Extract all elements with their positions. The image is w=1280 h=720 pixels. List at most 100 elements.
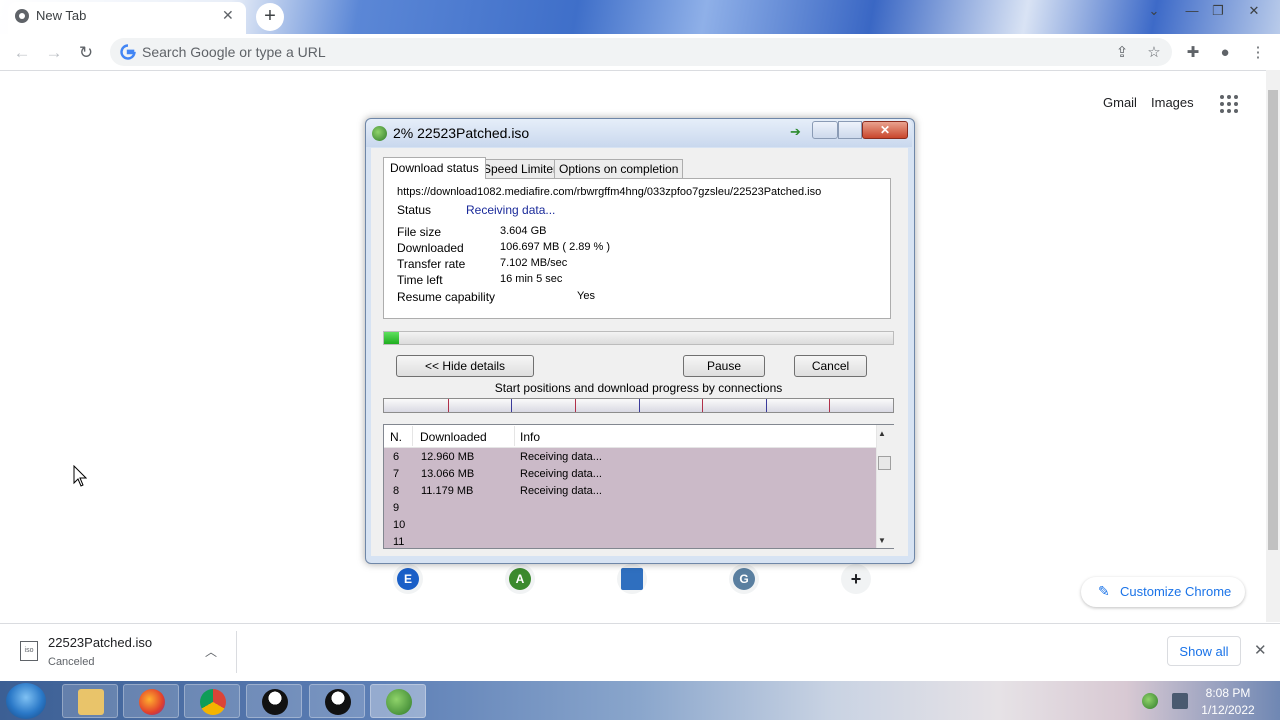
add-shortcut-tile[interactable]: + bbox=[841, 564, 871, 594]
network-icon[interactable] bbox=[1172, 693, 1188, 709]
connection-marker bbox=[448, 399, 449, 412]
list-scroll-thumb[interactable] bbox=[878, 456, 891, 470]
chevron-up-icon[interactable]: ︿ bbox=[205, 643, 217, 660]
forward-button[interactable]: → bbox=[43, 42, 65, 64]
time-left-value: 16 min 5 sec bbox=[500, 273, 563, 285]
clock-time[interactable]: 8:08 PM bbox=[1198, 686, 1258, 700]
status-value: Receiving data... bbox=[466, 203, 556, 217]
google-apps-icon[interactable] bbox=[1219, 94, 1239, 114]
taskbar-app-penguin-1[interactable] bbox=[246, 684, 302, 718]
chrome-icon bbox=[15, 9, 29, 23]
back-button[interactable]: ← bbox=[11, 42, 33, 64]
extensions-icon[interactable]: ✚ bbox=[1183, 43, 1203, 63]
idm-window-title: 2% 22523Patched.iso bbox=[393, 125, 530, 141]
shortcut-tile[interactable]: A bbox=[505, 564, 535, 594]
page-scroll-thumb[interactable] bbox=[1268, 90, 1278, 550]
list-item-n: 8 bbox=[393, 485, 400, 497]
arrow-right-icon: ➔ bbox=[790, 124, 801, 139]
column-header-n[interactable]: N. bbox=[390, 430, 402, 444]
connection-marker bbox=[766, 399, 767, 412]
tab-close-icon[interactable]: ✕ bbox=[222, 7, 234, 24]
idm-minimize-button[interactable] bbox=[812, 121, 838, 139]
downloaded-value: 106.697 MB ( 2.89 % ) bbox=[500, 241, 611, 253]
iso-file-icon: iso bbox=[20, 641, 38, 661]
list-item-downloaded: 11.179 MB bbox=[421, 485, 474, 497]
tab-speed-limiter[interactable]: Speed Limiter bbox=[478, 159, 563, 178]
taskbar-chrome[interactable] bbox=[184, 684, 240, 718]
downloaded-label: Downloaded bbox=[397, 241, 464, 255]
shortcut-letter-icon: A bbox=[509, 568, 531, 590]
omnibox-placeholder[interactable]: Search Google or type a URL bbox=[142, 44, 326, 60]
scroll-up-icon[interactable]: ▲ bbox=[878, 429, 886, 438]
mouse-cursor-icon bbox=[73, 465, 87, 487]
file-size-value: 3.604 GB bbox=[500, 225, 547, 237]
customize-chrome-label: Customize Chrome bbox=[1120, 584, 1232, 599]
idm-tray-icon[interactable] bbox=[1142, 693, 1158, 709]
shortcut-tile[interactable]: G bbox=[729, 564, 759, 594]
idm-maximize-button[interactable] bbox=[838, 121, 862, 139]
taskbar-explorer[interactable] bbox=[62, 684, 118, 718]
list-item-info: Receiving data... bbox=[520, 485, 602, 497]
bookmark-star-icon[interactable]: ☆ bbox=[1144, 43, 1164, 63]
list-item-n: 10 bbox=[393, 519, 406, 531]
resume-capability-label: Resume capability bbox=[397, 290, 496, 304]
list-item-n: 9 bbox=[393, 502, 400, 514]
column-header-downloaded[interactable]: Downloaded bbox=[420, 430, 487, 444]
tab-options-on-completion[interactable]: Options on completion bbox=[554, 159, 684, 178]
column-header-info[interactable]: Info bbox=[520, 430, 540, 444]
pencil-icon: ✎ bbox=[1098, 583, 1110, 599]
shortcut-tile[interactable]: E bbox=[393, 564, 423, 594]
tab-search-icon[interactable]: ⌄ bbox=[1142, 2, 1166, 20]
download-progress-fill bbox=[384, 332, 399, 344]
scroll-down-icon[interactable]: ▼ bbox=[878, 536, 886, 545]
reload-button[interactable]: ↻ bbox=[75, 42, 97, 64]
download-progress-bar bbox=[383, 331, 894, 345]
idm-app-icon bbox=[372, 126, 387, 141]
list-item-n: 7 bbox=[393, 468, 400, 480]
new-tab-button[interactable]: + bbox=[256, 3, 284, 31]
time-left-label: Time left bbox=[397, 273, 443, 287]
penguin-icon bbox=[325, 689, 351, 715]
taskbar-idm[interactable] bbox=[370, 684, 426, 718]
status-label: Status bbox=[397, 203, 432, 217]
add-icon: + bbox=[850, 569, 862, 589]
shortcut-tile[interactable] bbox=[617, 564, 647, 594]
shortcut-letter-icon: E bbox=[397, 568, 419, 590]
resume-capability-value: Yes bbox=[577, 290, 595, 302]
list-scrollbar[interactable] bbox=[876, 425, 894, 548]
connection-marker bbox=[702, 399, 703, 412]
clock-date[interactable]: 1/12/2022 bbox=[1198, 703, 1258, 717]
connection-marker bbox=[511, 399, 512, 412]
list-item-n: 6 bbox=[393, 451, 400, 463]
restore-button[interactable]: ❐ bbox=[1206, 2, 1230, 20]
show-all-button[interactable]: Show all bbox=[1167, 636, 1241, 666]
idm-close-button[interactable]: ✕ bbox=[862, 121, 908, 139]
close-shelf-icon[interactable]: ✕ bbox=[1254, 641, 1267, 659]
connection-marker bbox=[639, 399, 640, 412]
close-window-button[interactable]: ✕ bbox=[1242, 2, 1266, 20]
file-size-label: File size bbox=[397, 225, 442, 239]
chrome-menu-icon[interactable]: ⋮ bbox=[1248, 43, 1268, 63]
download-file-name[interactable]: 22523Patched.iso bbox=[48, 635, 152, 650]
cancel-button[interactable]: Cancel bbox=[794, 355, 867, 377]
tab-download-status[interactable]: Download status bbox=[383, 157, 486, 179]
images-link[interactable]: Images bbox=[1151, 95, 1194, 110]
column-separator bbox=[412, 426, 413, 446]
download-status: Canceled bbox=[48, 656, 95, 668]
share-icon[interactable]: ⇪ bbox=[1112, 43, 1132, 63]
gmail-link[interactable]: Gmail bbox=[1103, 95, 1137, 110]
shortcut-letter-icon: G bbox=[733, 568, 755, 590]
shortcut-site-icon bbox=[621, 568, 643, 590]
firefox-icon bbox=[139, 689, 165, 715]
taskbar-app-penguin-2[interactable] bbox=[309, 684, 365, 718]
taskbar-firefox[interactable] bbox=[123, 684, 179, 718]
column-separator bbox=[514, 426, 515, 446]
minimize-button[interactable]: — bbox=[1180, 2, 1204, 20]
chrome-icon bbox=[200, 689, 226, 715]
hide-details-button[interactable]: << Hide details bbox=[396, 355, 534, 377]
profile-icon[interactable]: ● bbox=[1215, 43, 1235, 63]
start-button[interactable] bbox=[6, 683, 46, 719]
shelf-divider bbox=[236, 631, 237, 673]
transfer-rate-label: Transfer rate bbox=[397, 257, 466, 271]
pause-button[interactable]: Pause bbox=[683, 355, 765, 377]
